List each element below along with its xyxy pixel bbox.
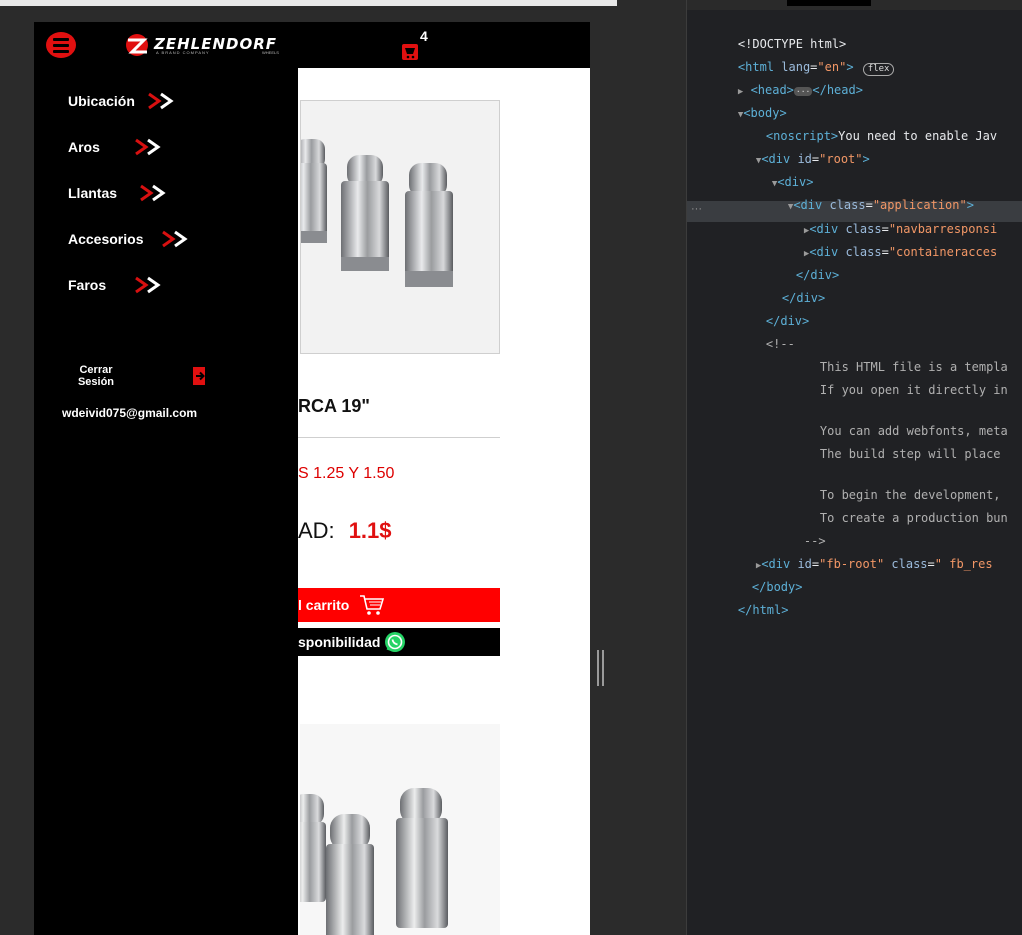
- dom-node-application[interactable]: ▼<div class="application">: [759, 178, 974, 212]
- brand-subtitle: WHEELS: [262, 50, 279, 55]
- collapsed-ellipsis-icon[interactable]: ···: [793, 87, 813, 96]
- attr-value: "root": [819, 152, 863, 166]
- dom-node-containeraccesorios[interactable]: ▶<div class="containeracces: [775, 225, 997, 259]
- attr-value: "fb-root": [819, 557, 885, 571]
- device-viewport: RCA 19" S 1.25 Y 1.50 AD: 1.1$ l carrito …: [0, 0, 617, 935]
- mobile-page: RCA 19" S 1.25 Y 1.50 AD: 1.1$ l carrito …: [34, 22, 590, 935]
- add-to-cart-label: l carrito: [298, 597, 350, 613]
- attr-value: "containeracces: [888, 245, 998, 259]
- comment-text: The build step will place: [819, 447, 1001, 461]
- dom-node-div[interactable]: ▼<div>: [743, 155, 814, 189]
- dom-comment-line: To begin the development,: [791, 468, 1001, 502]
- price-row: AD: 1.1$: [298, 518, 392, 544]
- menu-item-label: Aros: [68, 139, 100, 155]
- menu-item-label: Accesorios: [68, 231, 144, 247]
- add-to-cart-button[interactable]: l carrito: [298, 588, 500, 622]
- dom-comment-open[interactable]: <!--: [737, 317, 795, 351]
- menu-bar-icon: [53, 43, 69, 47]
- whatsapp-icon: [385, 632, 406, 652]
- logout-button[interactable]: Cerrar Sesión: [76, 364, 116, 388]
- dom-comment-line: If you open it directly in: [791, 363, 1008, 397]
- brand-emblem-icon: [126, 34, 148, 56]
- logout-label-line2: Sesión: [77, 376, 115, 388]
- comment-text: If you open it directly in: [819, 383, 1008, 397]
- shopping-cart-icon: [402, 44, 418, 60]
- dom-node-navbarresponsive[interactable]: ▶<div class="navbarresponsi: [775, 202, 997, 236]
- side-menu-drawer: Ubicación Aros Llantas Accesorios Faros …: [34, 68, 298, 935]
- dom-node-close-div[interactable]: </div>: [753, 271, 825, 305]
- menu-bar-icon: [53, 49, 69, 53]
- menu-item-accesorios[interactable]: Accesorios: [68, 230, 193, 248]
- devtools-active-tab[interactable]: [787, 0, 871, 6]
- lug-nuts-image: [301, 101, 499, 353]
- dom-node-html[interactable]: <html lang="en"> flex: [709, 40, 895, 76]
- dom-comment-line: To create a production bun: [791, 491, 1008, 525]
- navbar: ZEHLENDORF A BRAND COMPANY WHEELS 4: [34, 22, 590, 68]
- dom-node-close-html[interactable]: </html>: [709, 583, 789, 617]
- double-chevron-right-icon: [147, 92, 179, 110]
- dom-node-doctype[interactable]: <!DOCTYPE html>: [709, 17, 846, 51]
- user-email: wdeivid075@gmail.com: [62, 406, 198, 420]
- menu-item-llantas[interactable]: Llantas: [68, 184, 171, 202]
- menu-item-faros[interactable]: Faros: [68, 276, 166, 294]
- double-chevron-right-icon: [161, 230, 193, 248]
- price-value: 1.1$: [348, 518, 392, 543]
- dom-node-head[interactable]: ▶ <head> ··· </head>: [709, 63, 863, 97]
- cart-count-badge: 4: [420, 28, 428, 44]
- menu-item-aros[interactable]: Aros: [68, 138, 166, 156]
- comment-text: To create a production bun: [819, 511, 1008, 525]
- menu-item-ubicacion[interactable]: Ubicación: [68, 92, 179, 110]
- tag-text: >: [862, 152, 870, 166]
- dom-node-close-div[interactable]: </div>: [737, 294, 809, 328]
- cart-icon: [360, 595, 385, 615]
- menu-item-label: Faros: [68, 277, 107, 293]
- product-title: RCA 19": [298, 396, 370, 416]
- title-divider: [298, 437, 500, 438]
- dom-node-close-body[interactable]: </body>: [723, 560, 803, 594]
- attr-name: class: [884, 557, 928, 571]
- dom-comment-close: -->: [775, 514, 826, 548]
- menu-bar-icon: [53, 37, 69, 41]
- dom-comment-line: This HTML file is a templa: [791, 340, 1008, 374]
- menu-item-label: Ubicación: [68, 93, 135, 109]
- double-chevron-right-icon: [139, 184, 171, 202]
- check-availability-button[interactable]: sponibilidad: [298, 628, 500, 656]
- dom-node-fb-root[interactable]: ▶<div id="fb-root" class=" fb_res: [727, 537, 993, 571]
- menu-item-label: Llantas: [68, 185, 118, 201]
- panel-resize-handle[interactable]: [597, 650, 605, 686]
- viewport-top-strip: [0, 0, 617, 6]
- cart-button[interactable]: 4: [398, 28, 428, 60]
- dom-node-body[interactable]: ▼<body>: [709, 86, 787, 120]
- product-image[interactable]: [300, 100, 500, 354]
- double-chevron-right-icon: [134, 276, 166, 294]
- double-chevron-right-icon: [134, 138, 166, 156]
- dom-node-noscript[interactable]: <noscript>You need to enable Jav: [737, 109, 997, 143]
- dom-node-close-div[interactable]: </div>: [767, 248, 839, 282]
- brand-logo[interactable]: ZEHLENDORF A BRAND COMPANY WHEELS: [122, 32, 282, 58]
- tag-text: </html>: [737, 603, 789, 617]
- devtools-elements-panel: ··· <!DOCTYPE html> <html lang="en"> fle…: [686, 0, 1022, 935]
- dom-comment-line: The build step will place: [791, 427, 1001, 461]
- price-label: AD:: [298, 518, 335, 543]
- dom-node-root[interactable]: ▼<div id="root">: [727, 132, 870, 166]
- tag-text: </head>: [812, 83, 863, 97]
- dom-comment-line: You can add webfonts, meta: [791, 404, 1008, 438]
- logout-icon[interactable]: [192, 366, 208, 391]
- logout-label-line1: Cerrar: [79, 364, 113, 376]
- flex-badge[interactable]: flex: [862, 63, 895, 76]
- attr-value: " fb_res: [934, 557, 993, 571]
- hamburger-menu-button[interactable]: [46, 32, 76, 58]
- node-options-icon[interactable]: ···: [691, 203, 702, 215]
- attr-name: class: [845, 245, 882, 259]
- product-sizes: S 1.25 Y 1.50: [298, 465, 395, 482]
- availability-label: sponibilidad: [298, 634, 381, 650]
- product-image[interactable]: [300, 724, 500, 935]
- lug-nuts-image: [300, 724, 500, 935]
- brand-tagline: A BRAND COMPANY: [156, 50, 210, 55]
